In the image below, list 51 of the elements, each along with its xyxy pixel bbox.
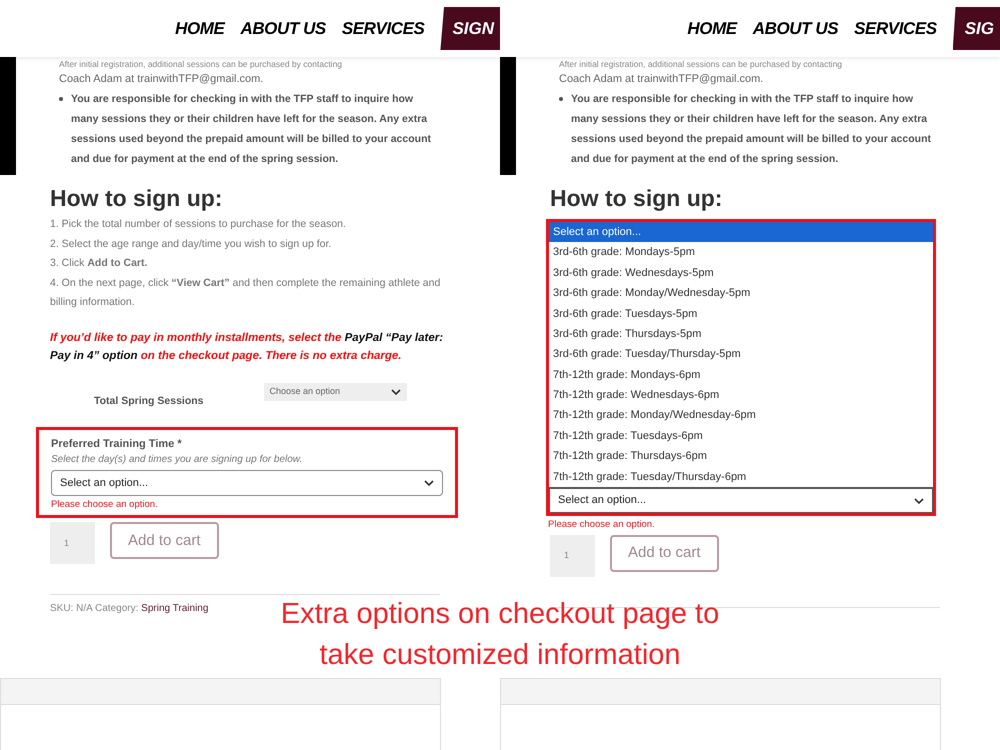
- dropdown-option[interactable]: 3rd-6th grade: Tuesdays-5pm: [549, 304, 933, 324]
- dropdown-option[interactable]: 3rd-6th grade: Wednesdays-5pm: [549, 262, 933, 284]
- bullet-text: You are responsible for checking in with the TFP staff to inquire how many sessions they or their children have left for the season. Any extra sessions used beyond the prepaid amount will be billed to your account and due for payment at the end of the spring session.: [571, 92, 932, 167]
- step-text: 4. On the next page, click “View Cart” and then complete the remaining athlete and billing information.: [50, 276, 442, 310]
- caption-text: take customized information: [319, 638, 681, 673]
- section-heading: How to sign up:: [550, 184, 724, 213]
- caption-text: Extra options on checkout page to: [280, 597, 720, 632]
- dropdown-option[interactable]: Select an option...: [549, 222, 933, 242]
- chevron-down-icon: [914, 498, 924, 504]
- step-text: 1. Pick the total number of sessions to purchase for the season.: [50, 217, 347, 232]
- dropdown-option[interactable]: 3rd-6th grade: Monday/Wednesday-5pm: [549, 283, 933, 304]
- step-text: 3. Click Add to Cart.: [50, 256, 148, 271]
- field-label: Preferred Training Time *: [51, 437, 183, 452]
- product-meta: SKU: N/A Category: Spring Training: [50, 602, 208, 616]
- nav-link[interactable]: HOME: [687, 16, 737, 42]
- body-text: Coach Adam at trainwithTFP@gmail.com.: [59, 72, 264, 87]
- field-hint: Select the day(s) and times you are signing up for below.: [51, 453, 304, 468]
- bullet-text: You are responsible for checking in with the TFP staff to inquire how many sessions they or their children have left for the season. Any extra sessions used beyond the prepaid amount will be billed to your account and due for payment at the end of the spring session.: [71, 92, 432, 167]
- body-text: After initial registration, additional sessions can be purchased by contacting: [559, 59, 844, 69]
- dropdown-option[interactable]: 7th-12th grade: Wednesdays-6pm: [549, 385, 933, 406]
- select-field[interactable]: Select an option...: [549, 487, 933, 514]
- nav-link[interactable]: ABOUT US: [752, 16, 838, 42]
- section-heading: How to sign up:: [50, 184, 224, 213]
- dropdown-option[interactable]: 3rd-6th grade: Tuesday/Thursday-5pm: [549, 344, 933, 365]
- body-text: After initial registration, additional sessions can be purchased by contacting: [59, 59, 344, 69]
- error-message: Please choose an option.: [548, 519, 656, 532]
- select-field[interactable]: Choose an option: [264, 382, 406, 400]
- dropdown-option[interactable]: 3rd-6th grade: Thursdays-5pm: [549, 324, 933, 344]
- nav-link[interactable]: SERVICES: [854, 16, 937, 42]
- dropdown-option[interactable]: 7th-12th grade: Thursdays-6pm: [549, 446, 933, 467]
- select-field[interactable]: Select an option...: [51, 470, 443, 496]
- dropdown-option[interactable]: 7th-12th grade: Tuesday/Thursday-6pm: [549, 466, 933, 488]
- chevron-down-icon: [390, 388, 400, 394]
- category-link[interactable]: Spring Training: [141, 603, 208, 614]
- bullet-icon: [559, 97, 563, 101]
- nav-button[interactable]: SIGN: [440, 7, 500, 50]
- field-label: Total Spring Sessions: [94, 394, 204, 408]
- body-text: Coach Adam at trainwithTFP@gmail.com.: [559, 72, 764, 87]
- dropdown-option[interactable]: 3rd-6th grade: Mondays-5pm: [549, 242, 933, 263]
- chevron-down-icon: [424, 480, 434, 486]
- nav-link[interactable]: ABOUT US: [240, 16, 326, 42]
- nav-button[interactable]: SIG: [952, 7, 1000, 50]
- dropdown-option[interactable]: 7th-12th grade: Monday/Wednesday-6pm: [549, 406, 933, 426]
- payment-note: If you’d like to pay in monthly installments, select the PayPal “Pay later: Pay in 4” option on the checkout page. There is no extra charge.: [50, 330, 444, 364]
- nav-link[interactable]: HOME: [175, 16, 224, 42]
- dropdown-option[interactable]: 7th-12th grade: Tuesdays-6pm: [549, 426, 933, 446]
- error-message: Please choose an option.: [51, 499, 159, 512]
- bullet-icon: [59, 97, 63, 101]
- dropdown-option[interactable]: 7th-12th grade: Mondays-6pm: [549, 364, 933, 386]
- nav-link[interactable]: SERVICES: [342, 16, 424, 42]
- step-text: 2. Select the age range and day/time you wish to sign up for.: [50, 236, 332, 252]
